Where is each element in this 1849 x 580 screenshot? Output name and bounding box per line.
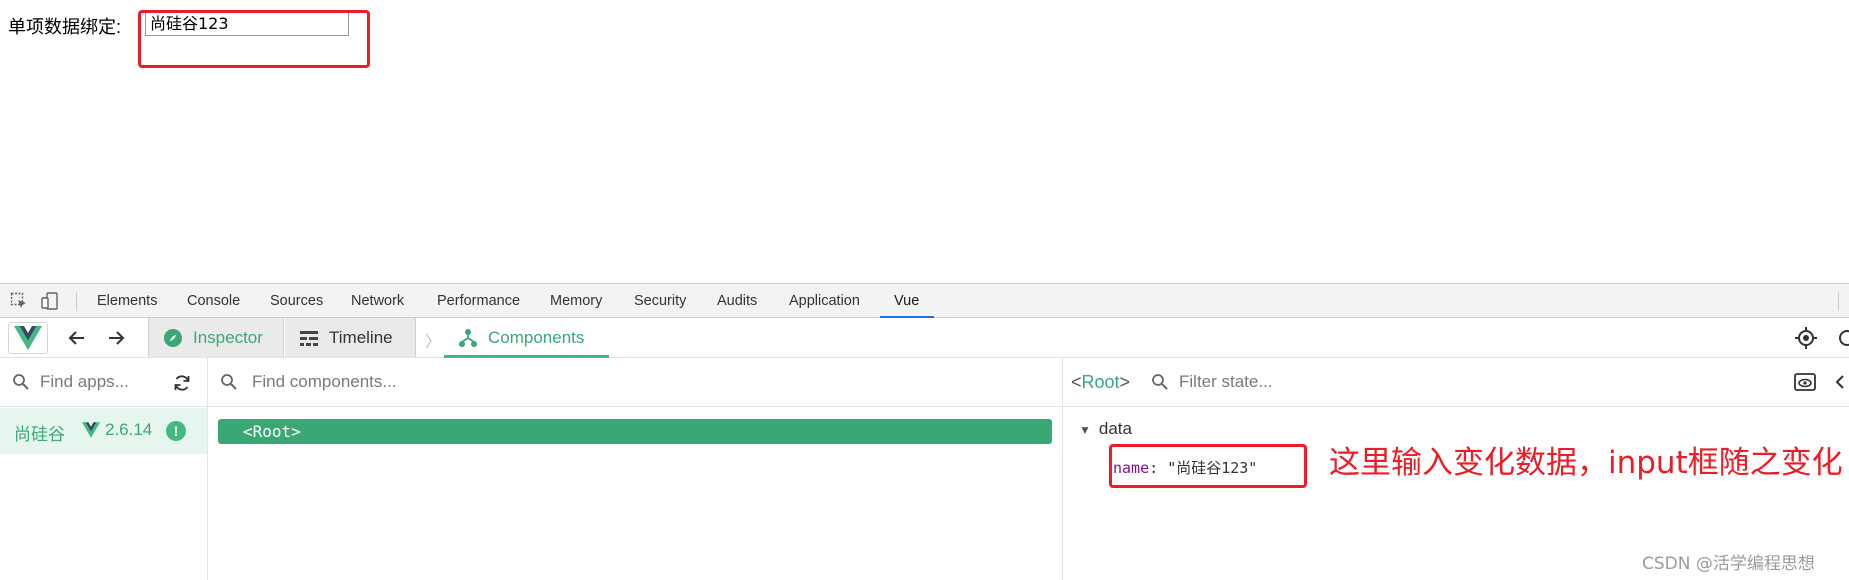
tab-application[interactable]: Application xyxy=(789,293,860,309)
vue-toolbar: Inspector Timeline 〉 Components xyxy=(0,318,1849,358)
devtools-tab-bar: Elements Console Sources Network Perform… xyxy=(0,283,1849,318)
watermark: CSDN @活学编程思想 xyxy=(1642,554,1815,574)
search-icon xyxy=(221,374,237,390)
refresh-circle-icon[interactable] xyxy=(1836,327,1849,349)
target-icon[interactable] xyxy=(1795,327,1817,349)
tab-network[interactable]: Network xyxy=(351,293,404,309)
annotation-text: 这里输入变化数据，input框随之变化 xyxy=(1329,445,1843,481)
forward-arrow-icon[interactable] xyxy=(105,327,127,349)
state-header-row: <Root> Filter state... xyxy=(1063,358,1849,407)
compass-icon xyxy=(164,328,182,347)
vue-logo-button[interactable] xyxy=(8,322,48,354)
eye-icon[interactable] xyxy=(1794,373,1816,391)
chevron-left-icon[interactable] xyxy=(1833,373,1847,391)
refresh-icon[interactable] xyxy=(172,373,192,393)
selected-component-name: <Root> xyxy=(1071,372,1131,392)
timeline-icon xyxy=(300,330,318,346)
tab-security[interactable]: Security xyxy=(634,293,686,309)
components-search-input[interactable]: Find components... xyxy=(252,372,397,392)
devtools-separator xyxy=(76,292,77,311)
components-pane: Find components... <Root> xyxy=(208,358,1063,580)
apps-pane: Find apps... 尚硅谷 2.6.14 ! xyxy=(0,358,208,580)
inspector-button[interactable]: Inspector xyxy=(148,318,284,357)
annotation-box-state xyxy=(1109,444,1307,488)
warning-badge-icon[interactable]: ! xyxy=(166,421,186,441)
components-search-row: Find components... xyxy=(208,358,1062,407)
data-section-header[interactable]: ▼ data xyxy=(1079,419,1132,439)
tab-elements[interactable]: Elements xyxy=(97,293,157,309)
app-list-item[interactable]: 尚硅谷 2.6.14 ! xyxy=(0,408,207,454)
inspector-label: Inspector xyxy=(193,327,263,347)
app-version: 2.6.14 xyxy=(105,420,153,439)
page-area: 单项数据绑定: 尚硅谷123 xyxy=(0,0,1849,283)
caret-down-icon: ▼ xyxy=(1079,423,1091,437)
state-pane: <Root> Filter state... ▼ data name: "尚硅谷1… xyxy=(1063,358,1849,580)
devtools-right-separator xyxy=(1838,292,1839,311)
breadcrumb-separator-icon: 〉 xyxy=(425,334,442,351)
inspect-element-icon[interactable] xyxy=(10,292,28,310)
bind-label: 单项数据绑定: xyxy=(8,17,122,37)
components-tree-icon xyxy=(459,328,477,347)
timeline-button[interactable]: Timeline xyxy=(285,318,416,357)
device-toggle-icon[interactable] xyxy=(41,292,59,310)
back-arrow-icon[interactable] xyxy=(66,327,88,349)
tab-audits[interactable]: Audits xyxy=(717,293,757,309)
apps-search-input[interactable]: Find apps... xyxy=(40,372,129,392)
tab-sources[interactable]: Sources xyxy=(270,293,323,309)
app-name: 尚硅谷 xyxy=(14,425,65,445)
vue-logo-icon xyxy=(14,326,42,350)
search-icon xyxy=(1152,374,1168,390)
search-icon xyxy=(13,374,29,390)
state-filter-input[interactable]: Filter state... xyxy=(1179,372,1273,392)
annotation-box-input xyxy=(138,10,370,68)
tab-memory[interactable]: Memory xyxy=(550,293,602,309)
tab-vue[interactable]: Vue xyxy=(894,293,919,309)
timeline-label: Timeline xyxy=(329,327,393,347)
components-label: Components xyxy=(488,327,585,347)
tab-performance[interactable]: Performance xyxy=(437,293,520,309)
component-tree-root[interactable]: <Root> xyxy=(218,419,1052,444)
tab-console[interactable]: Console xyxy=(187,293,240,309)
vue-version-icon xyxy=(82,422,100,438)
components-tab[interactable]: Components xyxy=(444,318,609,357)
apps-search-row: Find apps... xyxy=(0,358,207,407)
